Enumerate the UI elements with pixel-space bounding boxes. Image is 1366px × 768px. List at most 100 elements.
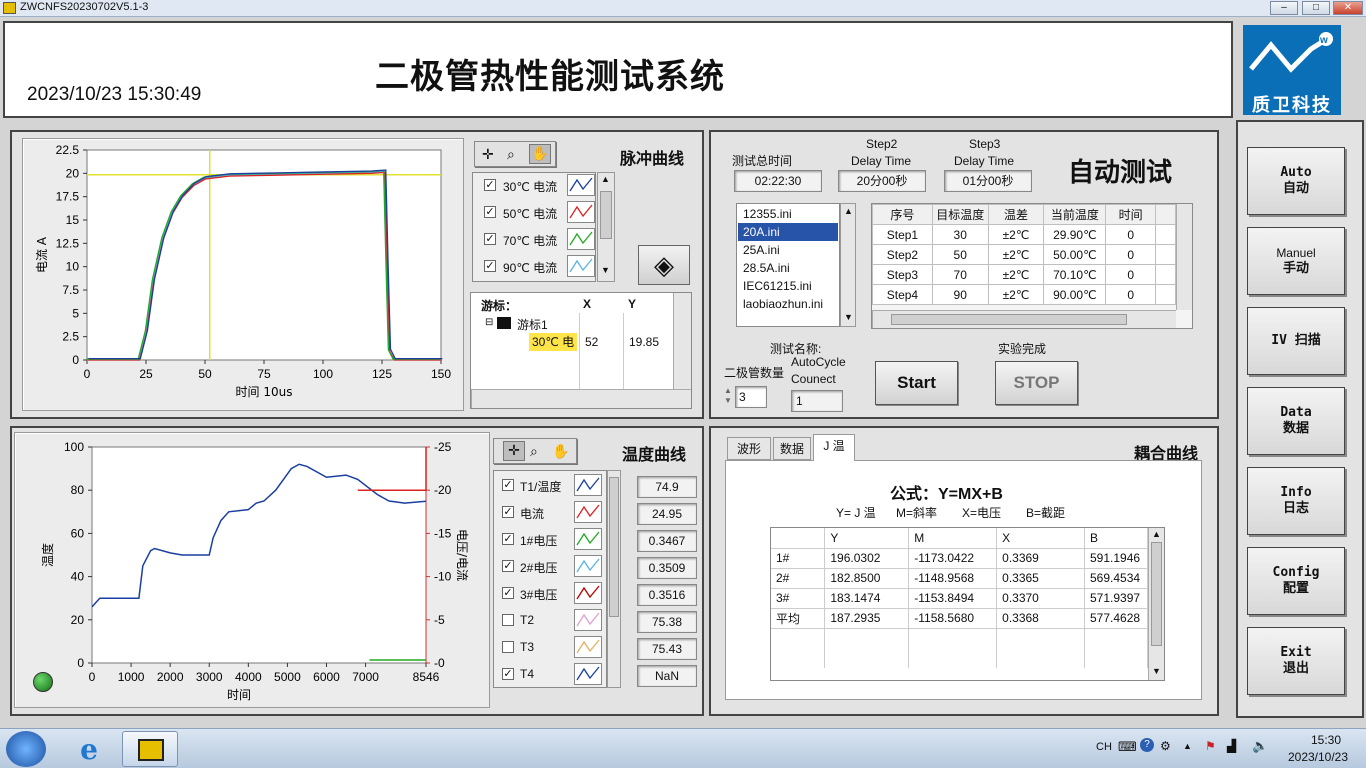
pan-navigator-icon[interactable]: ◈ xyxy=(638,245,690,285)
cursor-h-scrollbar[interactable] xyxy=(471,389,691,408)
maximize-button[interactable]: □ xyxy=(1302,1,1330,15)
legend-checkbox[interactable]: ✓ xyxy=(502,587,514,599)
table-row[interactable]: 平均 187.2935 -1158.5680 0.3368 577.4628 xyxy=(771,608,1149,629)
legend-checkbox[interactable] xyxy=(502,641,514,653)
pulse-chart[interactable]: 22.5 20 17.5 15 12.5 10 7.5 5 2.5 00 25 50 75 100 125 1… xyxy=(22,138,464,411)
diode-count-spinner-icon[interactable]: ▲ ▼ xyxy=(724,386,734,408)
config-button[interactable]: Config 配置 xyxy=(1247,547,1345,615)
legend-swatch[interactable] xyxy=(574,501,602,523)
clock-time[interactable]: 15:30 xyxy=(1296,733,1356,747)
file-list-item[interactable]: laobiaozhun.ini xyxy=(738,295,838,313)
table-row[interactable]: 3# 183.1474 -1153.8494 0.3370 571.9397 xyxy=(771,588,1149,609)
legend-checkbox[interactable] xyxy=(502,614,514,626)
legend-swatch[interactable] xyxy=(567,174,595,196)
step-table-cell[interactable]: ±2℃ xyxy=(987,284,1045,305)
scroll-up-icon[interactable]: ▲ xyxy=(1152,529,1161,539)
table-row[interactable]: Step1 30 ±2℃ 29.90℃ 0 xyxy=(872,224,1176,245)
step-table-cell[interactable] xyxy=(1155,224,1176,245)
zoom-tool-icon[interactable]: ⌕ xyxy=(530,443,538,460)
start-button[interactable]: Start xyxy=(875,361,958,405)
step-table-cell[interactable]: Step2 xyxy=(872,244,933,265)
step-table-cell[interactable]: 70 xyxy=(931,264,989,285)
file-list-item[interactable]: 12355.ini xyxy=(738,205,838,223)
step-table-cell[interactable]: 0 xyxy=(1105,224,1157,245)
tray-expand-icon[interactable]: ▲ xyxy=(1183,741,1192,751)
tab-0[interactable]: 波形 xyxy=(727,437,771,460)
keyboard-icon[interactable]: ⌨ xyxy=(1118,739,1137,755)
file-list-item[interactable]: IEC61215.ini xyxy=(738,277,838,295)
legend-swatch[interactable] xyxy=(574,582,602,604)
tab-2[interactable]: J 温 xyxy=(813,434,855,461)
step-table-cell[interactable]: 50 xyxy=(931,244,989,265)
help-icon[interactable]: ? xyxy=(1140,738,1154,752)
language-indicator[interactable]: CH xyxy=(1096,741,1112,753)
pan-hand-icon[interactable]: ✋ xyxy=(529,144,551,164)
manual-button[interactable]: Manuel 手动 xyxy=(1247,227,1345,295)
legend-checkbox[interactable]: ✓ xyxy=(502,479,514,491)
step-table-cell[interactable]: 0 xyxy=(1105,284,1157,305)
step-table-cell[interactable]: 0 xyxy=(1105,264,1157,285)
ie-icon[interactable]: e xyxy=(72,733,106,766)
file-list-scrollbar[interactable]: ▲ ▼ xyxy=(840,203,856,327)
step2-delay-value[interactable]: 20分00秒 xyxy=(838,170,926,192)
iv-scan-button[interactable]: IV 扫描 xyxy=(1247,307,1345,375)
scroll-down-icon[interactable]: ▼ xyxy=(844,312,853,322)
step-table-cell[interactable]: Step4 xyxy=(872,284,933,305)
step-table-cell[interactable]: Step1 xyxy=(872,224,933,245)
volume-icon[interactable]: 🔈 xyxy=(1252,738,1268,754)
step-table-cell[interactable]: 90.00℃ xyxy=(1043,284,1107,305)
config-file-list[interactable]: 12355.ini 20A.ini 25A.ini 28.5A.ini IEC61215… xyxy=(736,203,840,327)
table-row[interactable]: Step2 50 ±2℃ 50.00℃ 0 xyxy=(872,244,1176,265)
scroll-down-icon[interactable]: ▼ xyxy=(601,265,610,275)
legend-checkbox[interactable]: ✓ xyxy=(502,533,514,545)
action-center-icon[interactable]: ⚑ xyxy=(1205,739,1216,753)
legend-swatch[interactable] xyxy=(567,255,595,277)
legend-swatch[interactable] xyxy=(567,201,595,223)
scroll-up-icon[interactable]: ▲ xyxy=(844,206,853,216)
fit-table-scrollbar[interactable]: ▲ ▼ xyxy=(1148,528,1164,680)
legend-swatch[interactable] xyxy=(574,528,602,550)
tree-collapse-icon[interactable]: ⊟ xyxy=(485,317,493,328)
legend-checkbox[interactable]: ✓ xyxy=(484,260,496,272)
step-table-cell[interactable]: 90 xyxy=(931,284,989,305)
cursor-name[interactable]: 游标1 xyxy=(517,316,548,333)
step-table-cell[interactable]: 70.10℃ xyxy=(1043,264,1107,285)
legend-swatch[interactable] xyxy=(574,609,602,631)
cursor-series[interactable]: 30℃ 电 xyxy=(529,333,577,351)
file-list-item[interactable]: 25A.ini xyxy=(738,241,838,259)
cursor-v-scrollbar[interactable] xyxy=(673,293,691,389)
legend-swatch[interactable] xyxy=(574,636,602,658)
step-table-cell[interactable]: Step3 xyxy=(872,264,933,285)
info-button[interactable]: Info 日志 xyxy=(1247,467,1345,535)
stop-button[interactable]: STOP xyxy=(995,361,1078,405)
step-table-cell[interactable]: ±2℃ xyxy=(987,264,1045,285)
legend-swatch[interactable] xyxy=(574,474,602,496)
step-table-v-scrollbar[interactable] xyxy=(1176,204,1192,310)
step-table-cell[interactable]: ±2℃ xyxy=(987,244,1045,265)
file-list-item[interactable]: 20A.ini xyxy=(738,223,838,241)
auto-button[interactable]: Auto 自动 xyxy=(1247,147,1345,215)
legend-checkbox[interactable]: ✓ xyxy=(484,233,496,245)
table-row[interactable]: Step4 90 ±2℃ 90.00℃ 0 xyxy=(872,284,1176,305)
file-list-item[interactable]: 28.5A.ini xyxy=(738,259,838,277)
exit-button[interactable]: Exit 退出 xyxy=(1247,627,1345,695)
settings-icon[interactable]: ⚙ xyxy=(1160,739,1171,753)
legend-swatch[interactable] xyxy=(567,228,595,250)
step-table-cell[interactable] xyxy=(1155,284,1176,305)
data-button[interactable]: Data 数据 xyxy=(1247,387,1345,455)
step-table-cell[interactable] xyxy=(1155,264,1176,285)
step-table-cell[interactable] xyxy=(1155,244,1176,265)
step-table-cell[interactable]: 50.00℃ xyxy=(1043,244,1107,265)
step-table-cell[interactable]: ±2℃ xyxy=(987,224,1045,245)
legend-swatch[interactable] xyxy=(574,555,602,577)
tab-1[interactable]: 数据 xyxy=(773,437,811,460)
pulse-legend-scrollbar[interactable]: ▲ ▼ xyxy=(597,172,615,282)
temp-legend-scrollbar[interactable] xyxy=(607,470,621,688)
scroll-up-icon[interactable]: ▲ xyxy=(601,174,610,184)
legend-checkbox[interactable]: ✓ xyxy=(484,206,496,218)
step-table-h-scrollbar[interactable] xyxy=(872,310,1176,328)
step3-delay-value[interactable]: 01分00秒 xyxy=(944,170,1032,192)
legend-checkbox[interactable]: ✓ xyxy=(502,506,514,518)
scroll-down-icon[interactable]: ▼ xyxy=(1152,666,1161,676)
step-table-cell[interactable]: 0 xyxy=(1105,244,1157,265)
